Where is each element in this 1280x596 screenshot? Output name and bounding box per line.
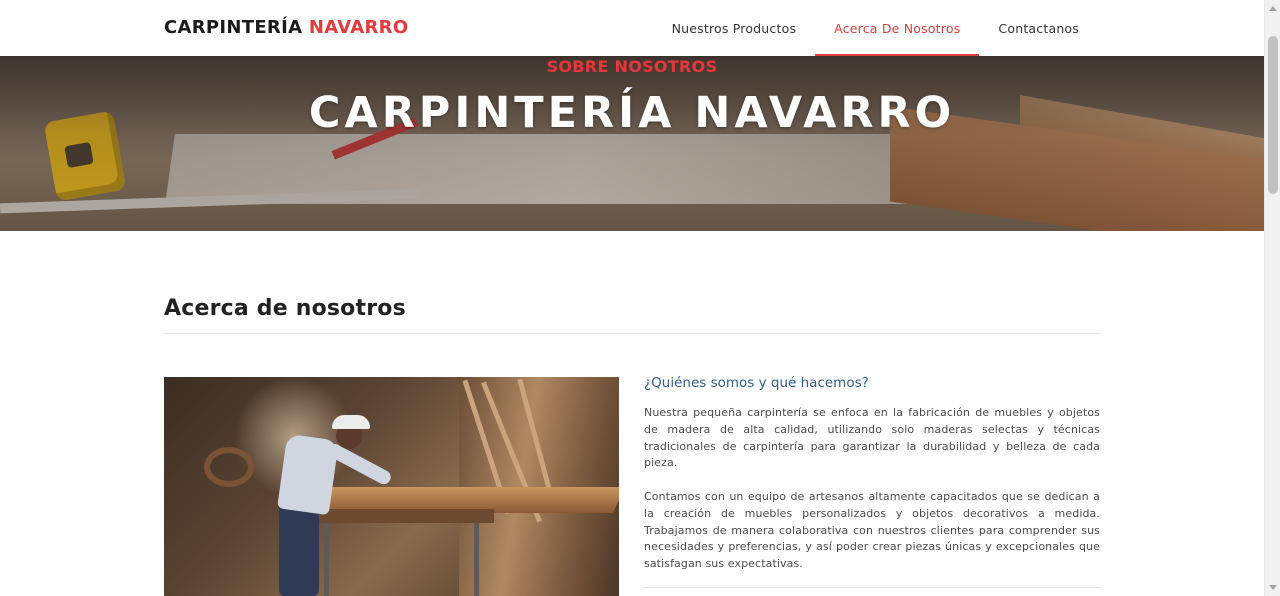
about-paragraph-2: Contamos con un equipo de artesanos alta… [644, 490, 1100, 571]
text-divider [644, 587, 1100, 588]
brand-accent: NAVARRO [308, 17, 409, 38]
scroll-down-arrow-icon[interactable] [1269, 585, 1277, 590]
hero-title: CARPINTERÍA NAVARRO [308, 88, 956, 138]
photo-table-front [314, 509, 494, 523]
hero-banner: SOBRE NOSOTROS CARPINTERÍA NAVARRO [0, 56, 1264, 231]
nav-item-contacto[interactable]: Contactanos [979, 0, 1098, 56]
brand-logo[interactable]: CARPINTERÍA NAVARRO [164, 17, 408, 38]
brand-primary: CARPINTERÍA [164, 17, 303, 38]
nav-item-productos[interactable]: Nuestros Productos [653, 0, 816, 56]
hero-overlay [0, 56, 1264, 231]
photo-table-leg [324, 523, 329, 596]
page: CARPINTERÍA NAVARRO Nuestros Productos A… [0, 0, 1264, 596]
workshop-photo [164, 377, 619, 596]
scrollbar-thumb[interactable] [1268, 36, 1278, 194]
vertical-scrollbar[interactable] [1264, 0, 1280, 596]
photo-table-leg [474, 523, 479, 596]
section-title: Acerca de nosotros [164, 296, 406, 321]
nav-item-acerca[interactable]: Acerca De Nosotros [815, 0, 980, 56]
photo-person-cap [332, 415, 370, 429]
hero-tag: SOBRE NOSOTROS [546, 57, 718, 76]
scroll-up-arrow-icon[interactable] [1269, 6, 1277, 11]
about-subhead: ¿Quiénes somos y qué hacemos? [644, 375, 869, 391]
photo-person-legs [279, 502, 319, 596]
main-nav: Nuestros Productos Acerca De Nosotros Co… [653, 0, 1098, 56]
about-paragraph-1: Nuestra pequeña carpintería se enfoca en… [644, 406, 1100, 470]
site-header: CARPINTERÍA NAVARRO Nuestros Productos A… [0, 0, 1264, 56]
photo-wheel [204, 447, 254, 487]
section-divider [164, 333, 1100, 334]
